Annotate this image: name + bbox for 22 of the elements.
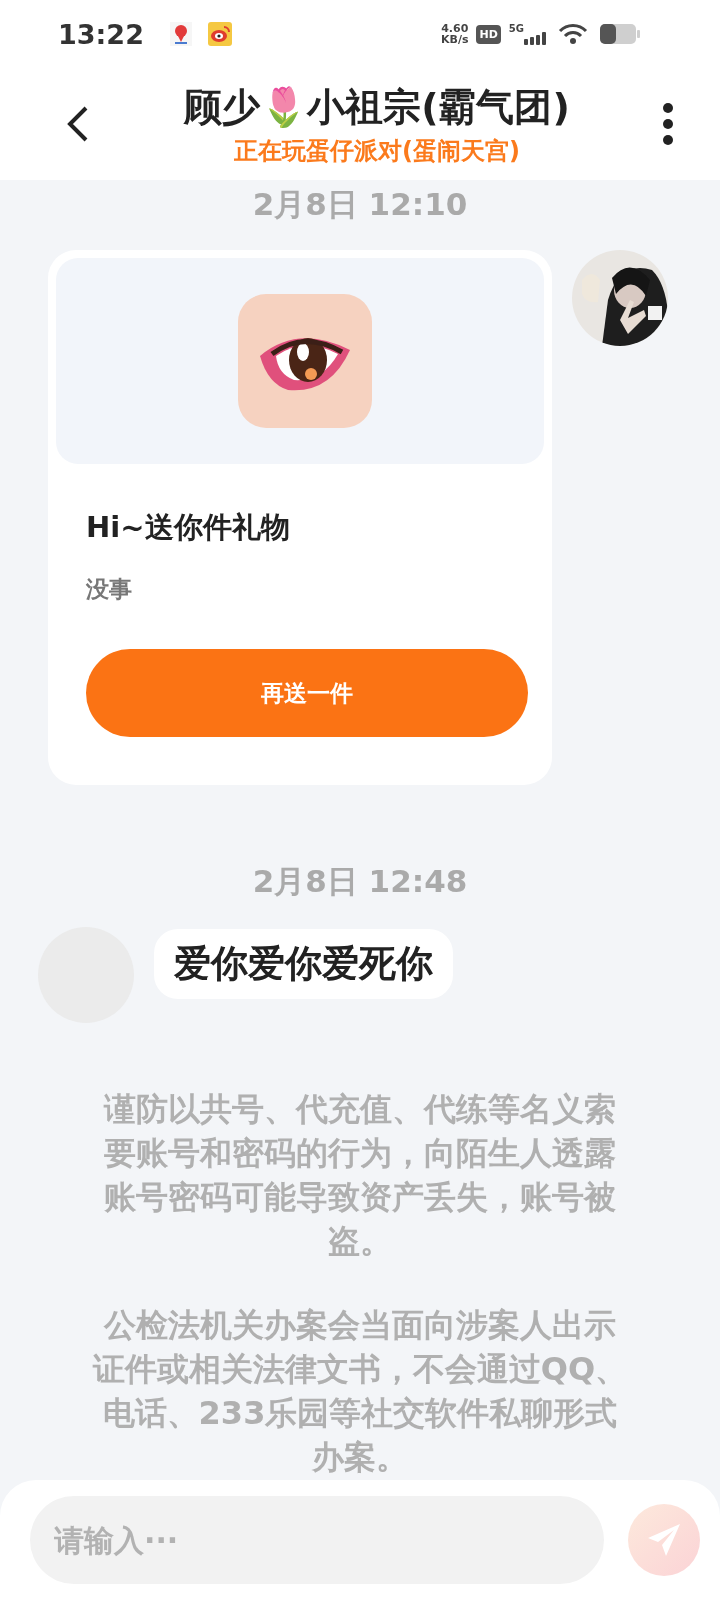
eye-logo-icon: [207, 22, 232, 46]
message-input-field[interactable]: 请输入···: [30, 1496, 604, 1584]
message-timestamp: 2月8日 12:48: [252, 862, 468, 901]
send-again-button[interactable]: 再送一件: [86, 649, 528, 737]
wifi-icon: [558, 23, 588, 45]
safety-notice: 谨防以共号、代充值、代练等名义索要账号和密码的行为，向陌生人透露账号密码可能导致资产丢失，账号被盗。: [102, 1089, 617, 1262]
hd-badge: HD: [476, 24, 501, 44]
chat-title: 顾少🌷小祖宗(霸气团): [184, 83, 570, 131]
gift-title: Hi~送你件礼物: [86, 509, 291, 546]
gift-note: 没事: [86, 575, 133, 604]
signal-icon: [524, 29, 546, 45]
chat-subtitle: 正在玩蛋仔派对(蛋闹天宫): [234, 135, 520, 167]
message-bubble: 爱你爱你爱死你: [154, 929, 453, 999]
safety-notice: 公检法机关办案会当面向涉案人出示证件或相关法律文书，不会通过QQ、电话、233乐园等社交软件私聊形式办案。: [91, 1305, 629, 1478]
more-icon: [662, 103, 674, 145]
battery-icon: [600, 24, 640, 44]
status-time: 13:22: [58, 18, 144, 50]
network-type: 5G: [508, 23, 524, 34]
network-speed: 4.60 KB/s: [441, 23, 469, 45]
map-pin-icon: [169, 22, 192, 46]
message-timestamp: 2月8日 12:10: [252, 185, 468, 224]
eye-item-icon: [238, 294, 372, 428]
